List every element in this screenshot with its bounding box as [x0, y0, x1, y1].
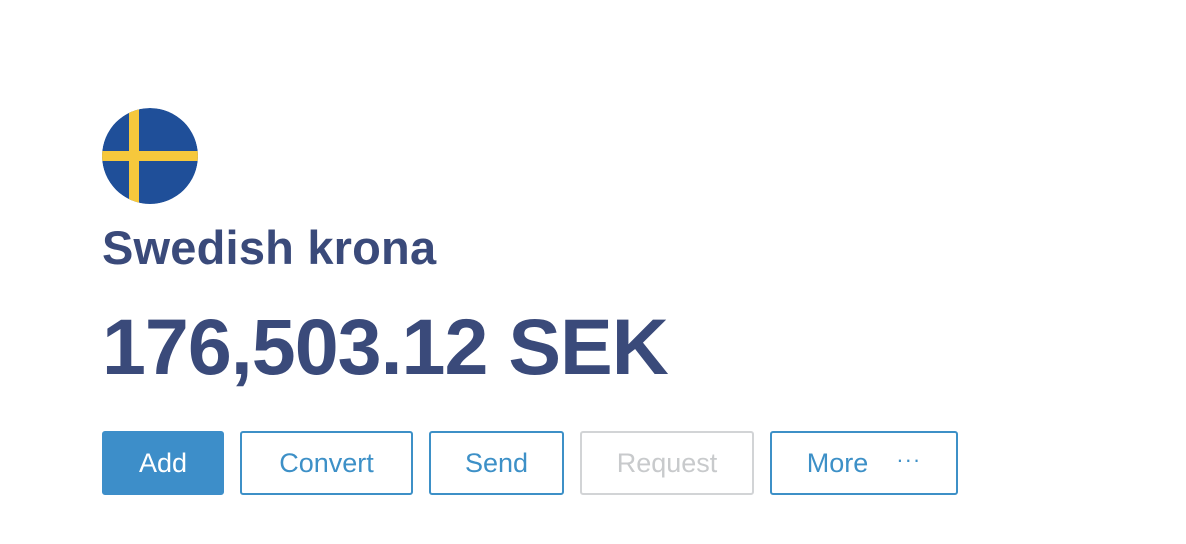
action-buttons: Add Convert Send Request More ···: [102, 431, 958, 495]
currency-name: Swedish krona: [102, 221, 437, 274]
request-button: Request: [580, 431, 754, 495]
convert-button[interactable]: Convert: [240, 431, 413, 495]
balance-amount: 176,503.12 SEK: [102, 302, 669, 391]
more-button[interactable]: More ···: [770, 431, 958, 495]
add-button[interactable]: Add: [102, 431, 224, 495]
more-button-label: More: [806, 447, 869, 478]
sweden-flag-icon: [102, 108, 198, 204]
more-dots-icon: ···: [896, 447, 922, 472]
send-button[interactable]: Send: [429, 431, 564, 495]
balance-card: Swedish krona 176,503.12 SEK Add Convert…: [102, 108, 958, 495]
